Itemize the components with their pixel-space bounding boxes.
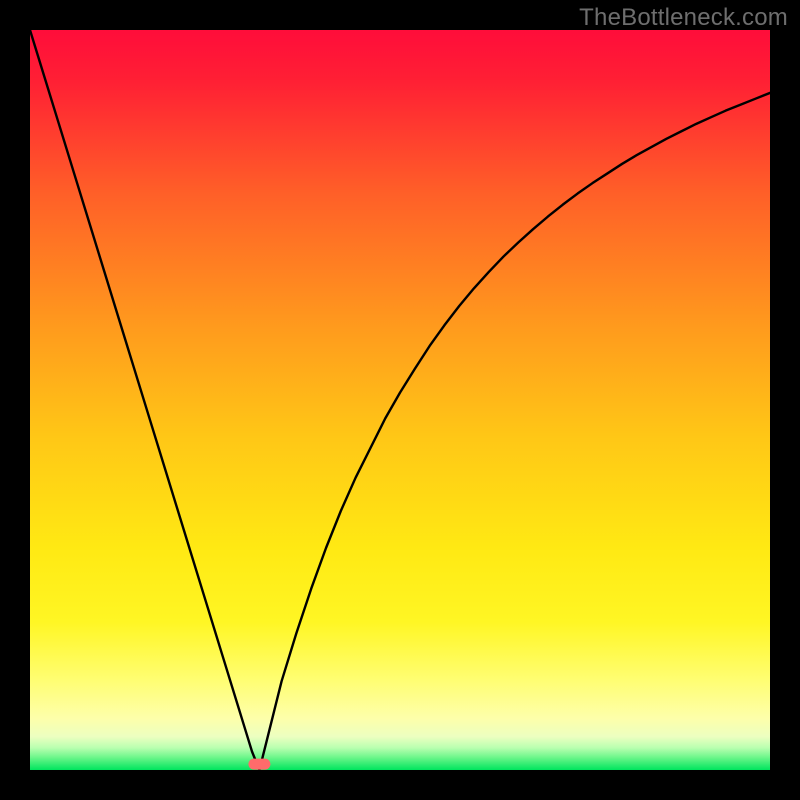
gradient-background [30, 30, 770, 770]
chart-frame: TheBottleneck.com [0, 0, 800, 800]
chart-svg [30, 30, 770, 770]
optimum-marker [248, 759, 270, 770]
watermark-text: TheBottleneck.com [579, 4, 788, 32]
plot-area [30, 30, 770, 770]
